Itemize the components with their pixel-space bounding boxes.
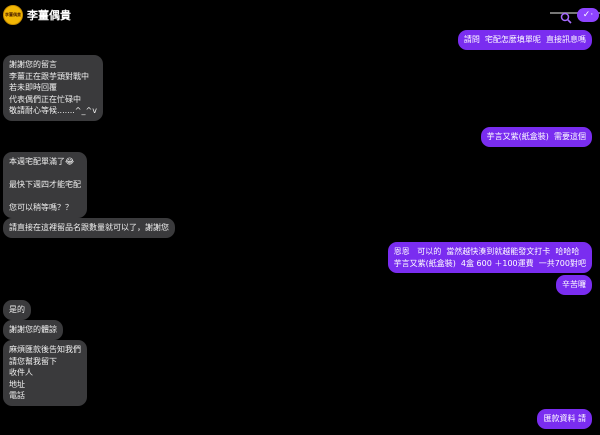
message-bubble-incoming[interactable]: 請直接在這裡留品名跟數量就可以了，謝謝您 <box>3 218 175 238</box>
avatar[interactable]: 李薑偶貴 <box>3 5 23 25</box>
message-bubble-incoming[interactable]: 麻煩匯款後告知我們 請您幫我留下 收件人 地址 電話 <box>3 340 87 406</box>
message-bubble-outgoing[interactable]: 芋言又紫(紙盒裝) 需要這個 <box>480 127 592 147</box>
message-bubble-outgoing[interactable]: 恩恩 可以的 當然越快湊到就越能發文打卡 哈哈哈 芋言又紫(紙盒裝) 4盒 60… <box>387 242 592 273</box>
message-bubble-incoming[interactable]: 謝謝您的留言 李薑正在跟芋頭對戰中 若未即時回覆 代表偶們正在忙碌中 敬請耐心等… <box>3 55 103 121</box>
avatar-text: 李薑偶貴 <box>5 12 21 17</box>
chat-header: 李薑偶貴 李薑偶貴 ✓· <box>0 0 600 30</box>
message-bubble-incoming[interactable]: 謝謝您的體諒 <box>3 320 63 340</box>
search-icon[interactable] <box>560 9 572 24</box>
message-bubble-incoming[interactable]: 是的 <box>3 300 31 320</box>
message-bubble-outgoing[interactable]: 匯款資料 請 <box>537 409 592 429</box>
message-bubble-outgoing[interactable]: 辛苦囉 <box>556 275 592 295</box>
check-icon: ✓· <box>582 10 594 20</box>
message-bubble-incoming[interactable]: 本週宅配單滿了😂 最快下週四才能宅配 您可以稍等嗎？？ <box>3 152 87 218</box>
check-button[interactable]: ✓· <box>577 8 599 22</box>
chat-title[interactable]: 李薑偶貴 <box>27 7 71 23</box>
message-bubble-outgoing[interactable]: 請問 宅配怎麼填單呢 直接訊息嗎 <box>457 30 592 50</box>
